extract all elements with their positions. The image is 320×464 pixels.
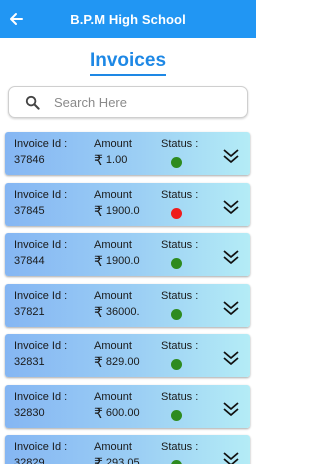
chevron-down-icon[interactable] [221, 247, 241, 267]
search-placeholder: Search Here [54, 94, 127, 110]
amount-label: Amount [94, 289, 132, 302]
status-dot [171, 409, 182, 421]
invoice-card[interactable]: Invoice Id : 37821 Amount ₹36000. Status : [5, 283, 250, 327]
status-label: Status : [161, 239, 199, 251]
chevron-down-icon[interactable] [221, 449, 241, 464]
rupee-icon: ₹ [94, 455, 103, 464]
amount-value: 829.00 [105, 356, 140, 368]
chevron-down-icon[interactable] [221, 298, 241, 318]
rupee-icon: ₹ [94, 354, 103, 370]
invoice-id-label: Invoice Id : [14, 289, 68, 302]
rupee-icon: ₹ [94, 253, 103, 269]
status-dot [171, 207, 182, 219]
status-label: Status : [161, 289, 199, 302]
amount-value: 1.00 [105, 154, 128, 166]
status-label: Status : [161, 188, 199, 201]
rupee-icon: ₹ [94, 303, 103, 320]
invoice-id-value: 37821 [14, 305, 45, 318]
amount-value: 293.05 [105, 457, 140, 464]
rupee-icon: ₹ [94, 202, 103, 219]
amount-label: Amount [94, 188, 132, 201]
app-bar: B.P.M High School [0, 0, 256, 38]
search-input[interactable]: Search Here [8, 86, 248, 118]
amount-value: 1900.0 [105, 255, 140, 267]
amount-value-wrap: ₹36000. [94, 303, 140, 320]
page-title-wrap: Invoices [0, 50, 256, 76]
chevron-down-icon[interactable] [221, 146, 241, 166]
status-label: Status : [161, 441, 199, 453]
amount-label: Amount [94, 340, 132, 352]
invoice-id-value: 37844 [14, 255, 45, 267]
invoice-id-value: 37845 [14, 204, 45, 217]
invoice-id-value: 32830 [14, 406, 45, 419]
invoice-id-label: Invoice Id : [14, 441, 68, 453]
invoice-id-label: Invoice Id : [14, 390, 68, 403]
amount-value-wrap: ₹293.05 [94, 455, 140, 464]
invoice-id-label: Invoice Id : [14, 239, 68, 251]
invoice-card[interactable]: Invoice Id : 37845 Amount ₹1900.0 Status : [5, 182, 250, 226]
chevron-down-icon[interactable] [221, 197, 241, 217]
amount-label: Amount [94, 138, 132, 150]
chevron-down-icon[interactable] [221, 348, 241, 368]
status-dot [171, 157, 182, 168]
arrow-left-icon[interactable] [4, 7, 28, 31]
invoice-card[interactable]: Invoice Id : 32830 Amount ₹600.00 Status : [5, 384, 250, 428]
invoice-card[interactable]: Invoice Id : 32829 Amount ₹293.05 Status : [5, 435, 250, 464]
amount-value: 1900.0 [105, 204, 140, 217]
status-dot [171, 258, 182, 269]
amount-label: Amount [94, 239, 132, 251]
amount-value-wrap: ₹1900.0 [94, 202, 140, 219]
invoice-id-value: 32829 [14, 457, 45, 464]
invoice-id-value: 32831 [14, 356, 45, 368]
amount-label: Amount [94, 390, 132, 403]
status-label: Status : [161, 340, 199, 352]
amount-value-wrap: ₹1.00 [94, 152, 128, 168]
invoice-id-label: Invoice Id : [14, 188, 68, 201]
invoice-id-label: Invoice Id : [14, 340, 68, 352]
invoice-id-label: Invoice Id : [14, 138, 68, 150]
invoice-card[interactable]: Invoice Id : 37844 Amount ₹1900.0 Status : [5, 233, 250, 276]
amount-value: 36000. [105, 305, 140, 318]
invoice-id-value: 37846 [14, 154, 45, 166]
amount-value-wrap: ₹829.00 [94, 354, 140, 370]
search-icon [22, 92, 42, 112]
invoice-card[interactable]: Invoice Id : 37846 Amount ₹1.00 Status : [5, 132, 250, 175]
status-label: Status : [161, 138, 199, 150]
chevron-down-icon[interactable] [221, 399, 241, 419]
page-title: Invoices [89, 50, 167, 76]
amount-label: Amount [94, 441, 132, 453]
status-label: Status : [161, 390, 199, 403]
status-dot [171, 460, 182, 464]
status-dot [171, 308, 182, 320]
rupee-icon: ₹ [94, 152, 103, 168]
status-dot [171, 359, 182, 370]
invoice-card[interactable]: Invoice Id : 32831 Amount ₹829.00 Status : [5, 334, 250, 377]
amount-value: 600.00 [105, 406, 140, 419]
amount-value-wrap: ₹600.00 [94, 404, 140, 421]
rupee-icon: ₹ [94, 404, 103, 421]
app-title: B.P.M High School [70, 11, 186, 27]
amount-value-wrap: ₹1900.0 [94, 253, 140, 269]
